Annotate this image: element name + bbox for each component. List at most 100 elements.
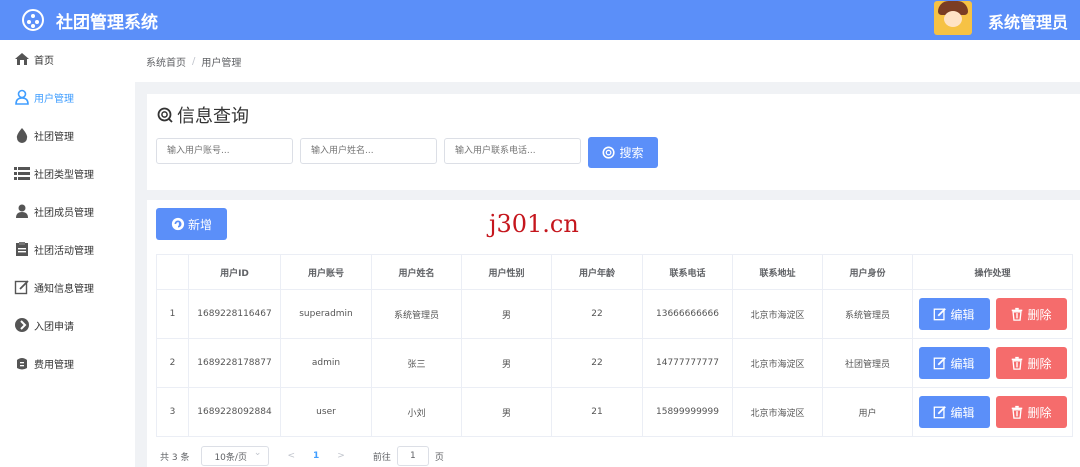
cell-actions: 编辑 删除 <box>912 387 1073 437</box>
sidebar-item-label: 费用管理 <box>34 359 74 371</box>
prev-page-button[interactable]: < <box>287 451 295 461</box>
sidebar-item-activities[interactable]: 社团活动管理 <box>0 230 135 268</box>
sidebar-item-notices[interactable]: 通知信息管理 <box>0 268 135 306</box>
sidebar-item-label: 社团管理 <box>34 131 74 143</box>
apply-icon <box>14 317 30 333</box>
column-header-account: 用户账号 <box>280 254 372 290</box>
pagination: 共 3 条 10条/页 < 1 > 前往 1 页 <box>160 446 444 466</box>
sidebar-item-label: 社团成员管理 <box>34 207 94 219</box>
phone-search-input[interactable] <box>444 138 581 164</box>
column-header-actions: 操作处理 <box>912 254 1073 290</box>
next-page-button[interactable]: > <box>337 451 345 461</box>
search-panel-title: 信息查询 <box>157 102 249 128</box>
edit-button-label: 编辑 <box>950 405 975 420</box>
cell-address: 北京市海淀区 <box>732 289 823 339</box>
avatar-face <box>944 11 962 27</box>
column-header-address: 联系地址 <box>732 254 823 290</box>
admin-name[interactable]: 系统管理员 <box>988 9 1068 33</box>
sidebar-item-label: 社团类型管理 <box>34 169 94 181</box>
sidebar-item-label: 用户管理 <box>34 93 74 105</box>
delete-button-label: 删除 <box>1027 356 1052 371</box>
search-icon <box>603 146 616 159</box>
list-icon <box>14 165 30 181</box>
sidebar-item-label: 首页 <box>34 55 54 67</box>
cell-age: 21 <box>551 387 643 437</box>
cell-name: 小刘 <box>371 387 462 437</box>
edit-icon <box>934 308 947 321</box>
delete-button[interactable]: 删除 <box>995 298 1067 330</box>
cell-account: user <box>280 387 372 437</box>
column-header-phone: 联系电话 <box>642 254 733 290</box>
cell-index: 3 <box>156 387 189 437</box>
trash-icon <box>1012 405 1023 419</box>
edit-button[interactable]: 编辑 <box>918 347 990 379</box>
cell-address: 北京市海淀区 <box>732 338 823 388</box>
column-header-gender: 用户性别 <box>461 254 552 290</box>
drop-icon <box>14 127 30 143</box>
page-size-select[interactable]: 10条/页 <box>201 446 270 466</box>
breadcrumb-home[interactable]: 系统首页 <box>146 54 186 69</box>
search-button-label: 搜索 <box>619 146 644 160</box>
cell-phone: 15899999999 <box>642 387 733 437</box>
money-icon <box>14 355 30 371</box>
cell-address: 北京市海淀区 <box>732 387 823 437</box>
cell-account: superadmin <box>280 289 372 339</box>
sidebar-item-clubs[interactable]: 社团管理 <box>0 116 135 154</box>
clipboard-icon <box>14 241 30 257</box>
table-header-row: 用户ID 用户账号 用户姓名 用户性别 用户年龄 联系电话 联系地址 用户身份 … <box>156 254 1073 290</box>
goto-label: 前往 <box>372 452 391 463</box>
member-icon <box>14 203 30 219</box>
cell-age: 22 <box>551 338 643 388</box>
cell-actions: 编辑 删除 <box>912 289 1073 339</box>
column-header-age: 用户年龄 <box>551 254 643 290</box>
search-button[interactable]: 搜索 <box>588 137 658 168</box>
cell-age: 22 <box>551 289 643 339</box>
account-search-input[interactable] <box>156 138 293 164</box>
sidebar-item-members[interactable]: 社团成员管理 <box>0 192 135 230</box>
add-button[interactable]: 新增 <box>156 208 227 240</box>
sidebar-item-label: 社团活动管理 <box>34 245 94 257</box>
cell-gender: 男 <box>461 289 552 339</box>
delete-button[interactable]: 删除 <box>995 347 1067 379</box>
edit-button[interactable]: 编辑 <box>918 396 990 428</box>
add-icon <box>171 217 185 231</box>
sidebar-item-users[interactable]: 用户管理 <box>0 78 135 116</box>
name-search-input[interactable] <box>300 138 437 164</box>
edit-button[interactable]: 编辑 <box>918 298 990 330</box>
top-bar: 社团管理系统 系统管理员 <box>0 0 1080 40</box>
search-icon <box>157 107 173 123</box>
cell-index: 2 <box>156 338 189 388</box>
cell-user-id: 1689228092884 <box>188 387 281 437</box>
goto-page-input[interactable]: 1 <box>396 446 429 466</box>
cell-role: 用户 <box>822 387 913 437</box>
pagination-total: 共 3 条 <box>160 452 190 463</box>
delete-button-label: 删除 <box>1027 405 1052 420</box>
cell-user-id: 1689228116467 <box>188 289 281 339</box>
edit-icon <box>934 406 947 419</box>
breadcrumb: 系统首页 / 用户管理 <box>135 40 1080 82</box>
sidebar-item-club-types[interactable]: 社团类型管理 <box>0 154 135 192</box>
cell-index: 1 <box>156 289 189 339</box>
cell-name: 系统管理员 <box>371 289 462 339</box>
table-panel: 新增 j301.cn 用户ID 用户账号 用户姓名 用户性别 用户年龄 联系电话… <box>147 200 1080 467</box>
sidebar-item-fees[interactable]: 费用管理 <box>0 344 135 382</box>
cell-name: 张三 <box>371 338 462 388</box>
cell-actions: 编辑 删除 <box>912 338 1073 388</box>
edit-button-label: 编辑 <box>950 356 975 371</box>
trash-icon <box>1012 307 1023 321</box>
cell-role: 系统管理员 <box>822 289 913 339</box>
avatar[interactable] <box>934 1 972 35</box>
delete-button[interactable]: 删除 <box>995 396 1067 428</box>
cell-role: 社团管理员 <box>822 338 913 388</box>
logo-icon <box>22 9 44 31</box>
sidebar: 首页 用户管理 社团管理 社团类型管理 社团成员管理 社团活动管理 通知信息管理… <box>0 40 135 467</box>
column-header <box>156 254 189 290</box>
current-page[interactable]: 1 <box>313 451 319 461</box>
sidebar-item-label: 通知信息管理 <box>34 283 94 295</box>
sidebar-item-home[interactable]: 首页 <box>0 40 135 78</box>
sidebar-item-applications[interactable]: 入团申请 <box>0 306 135 344</box>
column-header-name: 用户姓名 <box>371 254 462 290</box>
table-row: 3 1689228092884 user 小刘 男 21 15899999999… <box>156 387 1073 437</box>
main-content: 系统首页 / 用户管理 信息查询 搜索 新增 j301.cn <box>135 40 1080 467</box>
table-row: 2 1689228178877 admin 张三 男 22 1477777777… <box>156 338 1073 388</box>
